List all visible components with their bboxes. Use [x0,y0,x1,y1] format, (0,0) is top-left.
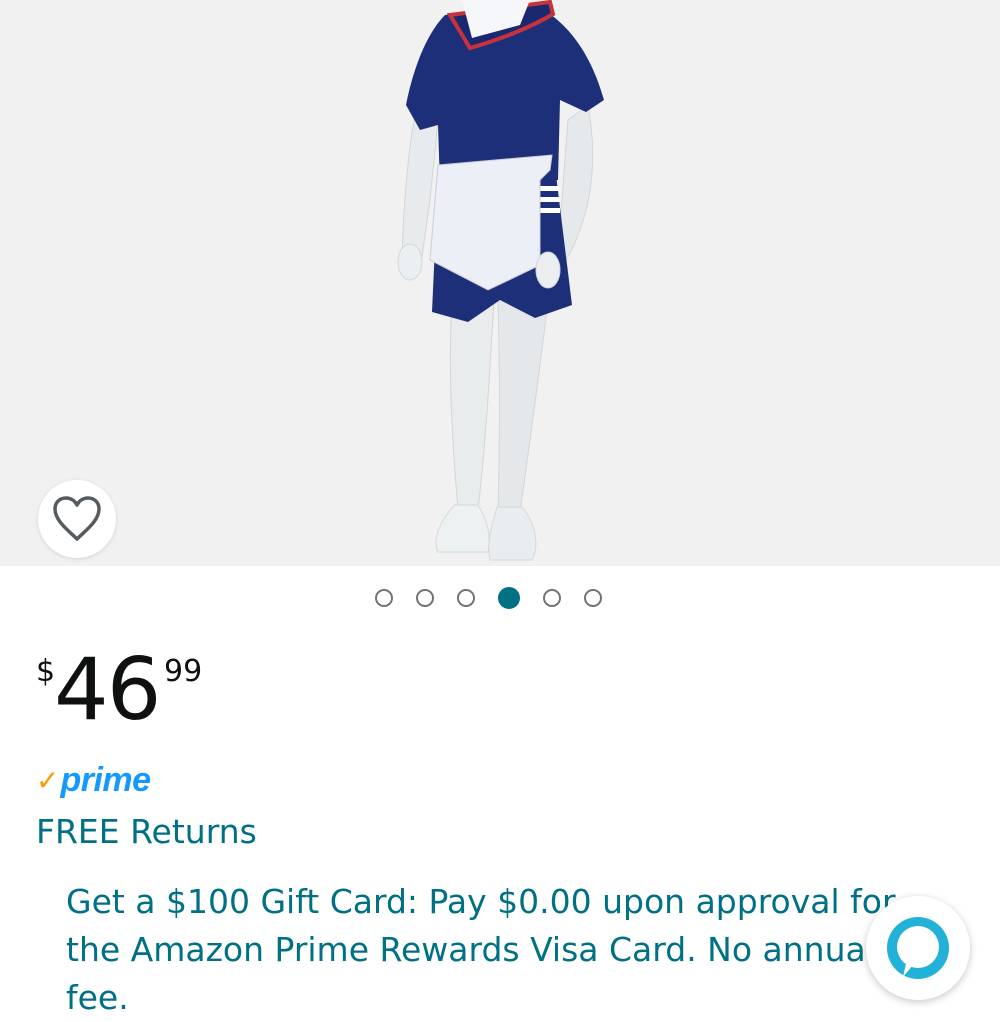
carousel-dot-active[interactable] [498,587,520,609]
price-fraction: 99 [164,654,203,689]
carousel-dot[interactable] [584,589,602,607]
assistant-button[interactable] [866,896,970,1000]
prime-badge: ✓ prime [36,760,151,800]
carousel-dot[interactable] [457,589,475,607]
alexa-ring-icon [887,917,949,979]
price-currency: $ [36,654,56,689]
product-image[interactable] [0,0,1000,566]
gift-card-promo-link[interactable]: Get a $100 Gift Card: Pay $0.00 upon app… [66,878,896,1022]
prime-label: prime [60,760,151,799]
carousel-dot[interactable] [543,589,561,607]
free-returns-link[interactable]: FREE Returns [36,812,257,851]
carousel-indicator [375,586,602,610]
price-whole: 46 [54,640,161,740]
prime-check-icon: ✓ [36,764,60,796]
carousel-dot[interactable] [416,589,434,607]
wishlist-button[interactable] [38,480,116,558]
heart-outline-icon [53,496,101,541]
carousel-dot[interactable] [375,589,393,607]
product-image-area[interactable] [0,0,1000,566]
